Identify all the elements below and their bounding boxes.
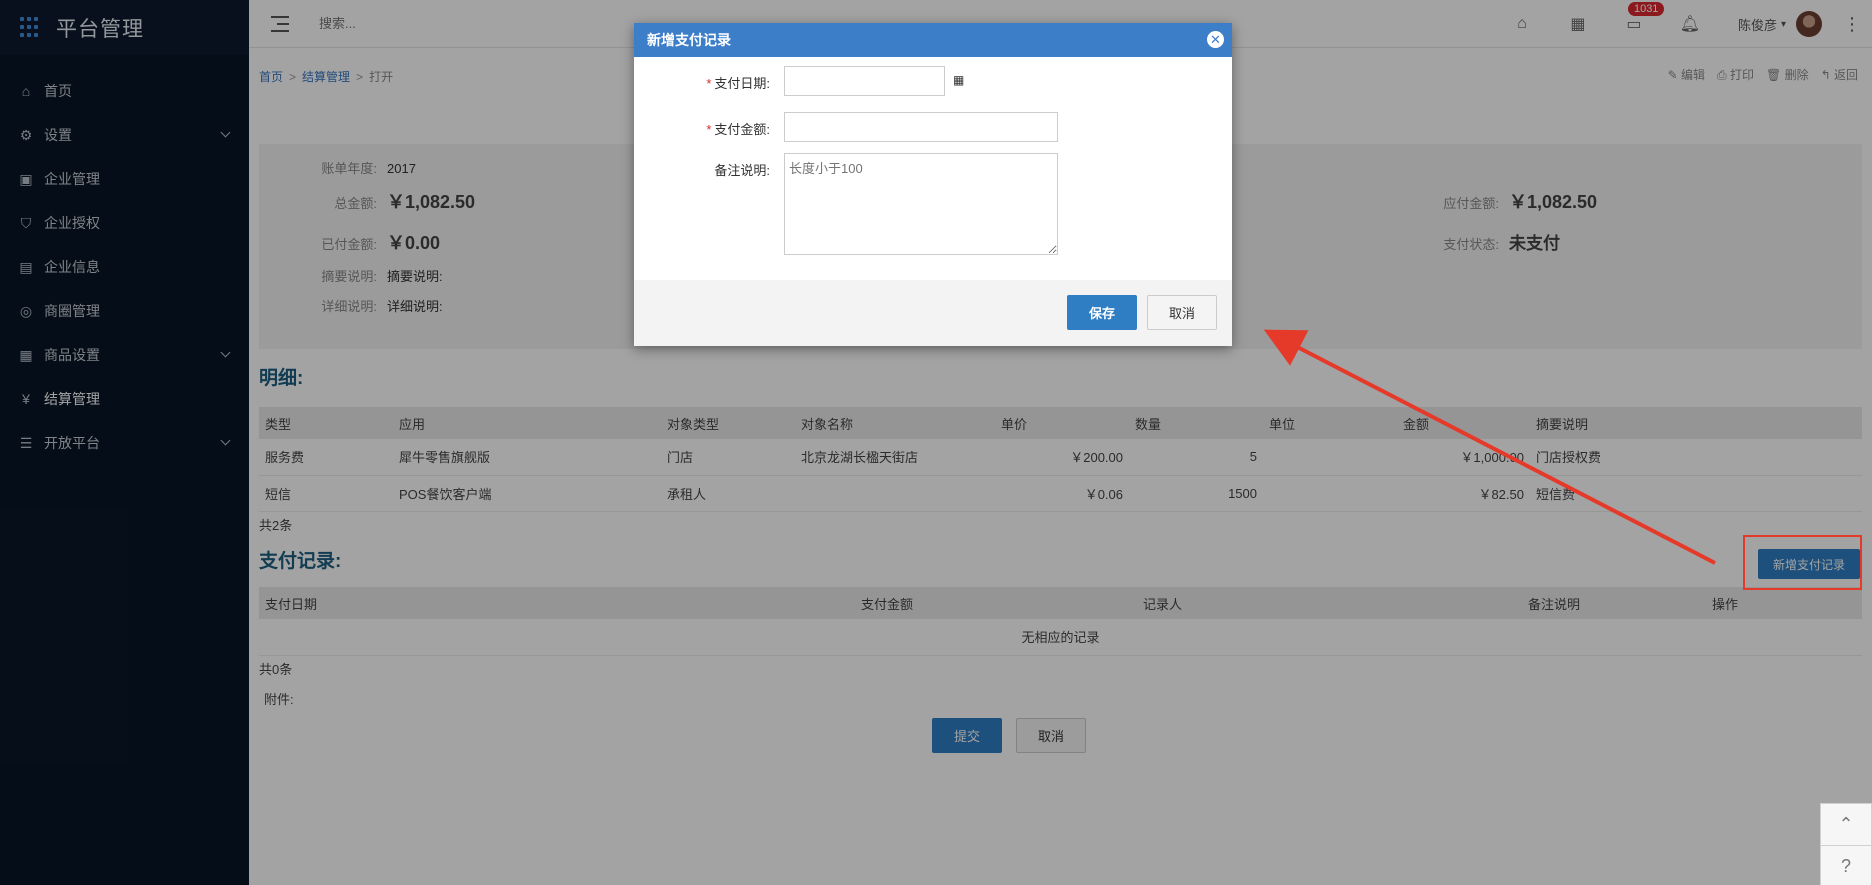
floating-buttons: ⌃ ? [1820, 803, 1872, 885]
annotation-highlight-box [1743, 535, 1862, 590]
scroll-top-icon[interactable]: ⌃ [1820, 803, 1872, 846]
annotation-arrow [1263, 329, 1716, 565]
help-icon[interactable]: ? [1820, 845, 1872, 885]
